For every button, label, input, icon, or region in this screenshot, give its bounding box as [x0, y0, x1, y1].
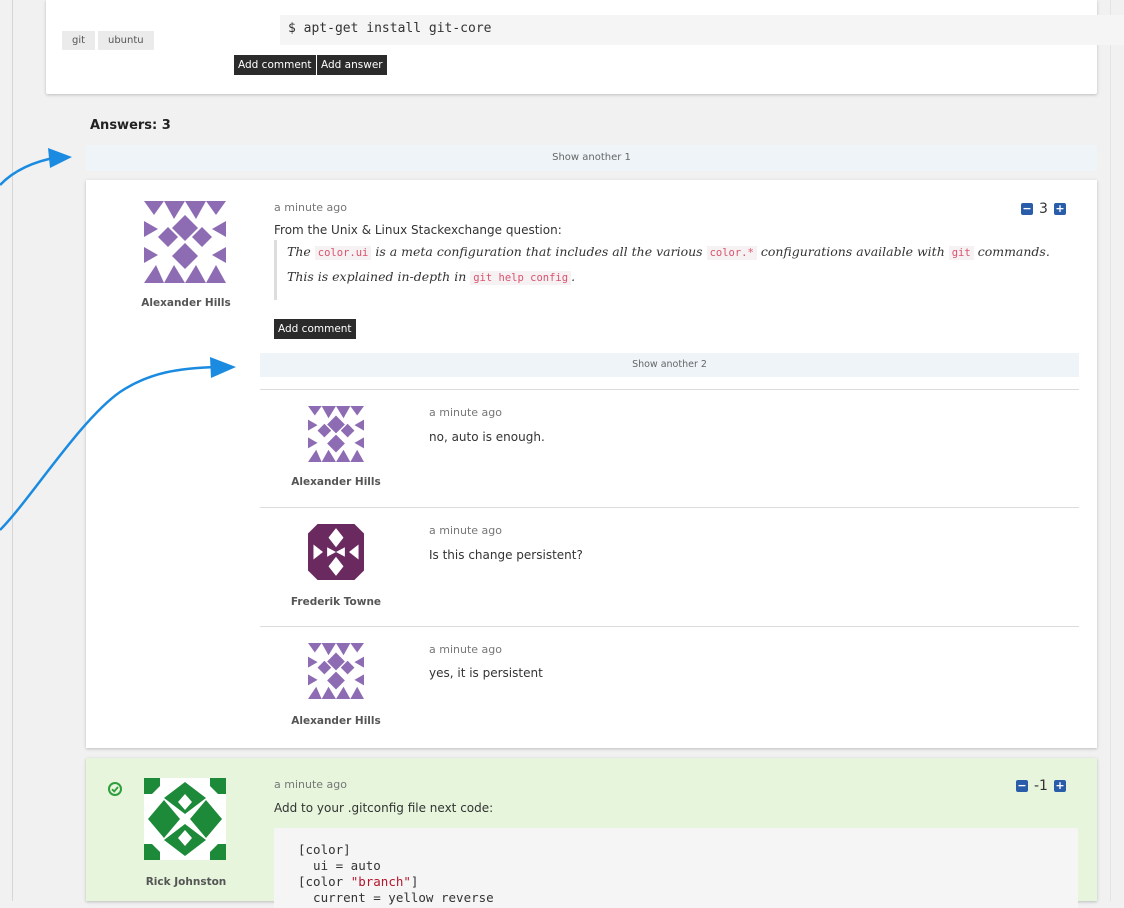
answer-card: Alexander Hills a minute ago From the Un…: [86, 180, 1097, 748]
avatar-alexander-hills[interactable]: [308, 406, 364, 462]
avatar-alexander-hills[interactable]: [144, 201, 226, 283]
blockquote-line-2: This is explained in-depth in git help c…: [287, 269, 576, 285]
arrow-to-show-another-answers: [0, 155, 59, 186]
plus-icon[interactable]: +: [1053, 203, 1066, 215]
comment-divider: [260, 626, 1079, 627]
add-comment-button[interactable]: Add comment: [234, 55, 316, 75]
comment-timestamp: a minute ago: [429, 524, 502, 537]
page-left-border: [12, 0, 13, 901]
minus-icon[interactable]: −: [1021, 203, 1033, 215]
tag-git[interactable]: git: [62, 31, 96, 50]
page-right-border: [1110, 0, 1111, 901]
comment-timestamp: a minute ago: [429, 406, 502, 419]
code-line: current = yellow reverse: [298, 890, 494, 905]
vote-controls: − 3 +: [1021, 201, 1066, 217]
comment-text: yes, it is persistent: [429, 666, 543, 680]
avatar-frederik-towne[interactable]: [308, 524, 364, 580]
show-another-answers-button[interactable]: Show another 1: [86, 145, 1097, 171]
vote-count: -1: [1034, 778, 1048, 794]
inline-code: color.*: [706, 246, 757, 260]
comment-timestamp: a minute ago: [429, 643, 502, 656]
show-another-comments-button[interactable]: Show another 2: [260, 353, 1079, 377]
avatar-rick-johnston[interactable]: [144, 778, 226, 860]
comment-author[interactable]: Alexander Hills: [276, 476, 396, 488]
question-card: git ubuntu $ apt-get install git-core Ad…: [46, 0, 1124, 94]
question-code: $ apt-get install git-core: [280, 15, 1124, 45]
answer-code-block: [color] ui = auto [color "branch"] curren…: [274, 828, 1078, 908]
comment-author[interactable]: Alexander Hills: [276, 715, 396, 727]
code-line: [color "branch"]: [298, 874, 419, 889]
comment-divider: [260, 389, 1079, 390]
vote-controls: − -1 +: [1016, 778, 1066, 794]
code-line: ui = auto: [298, 858, 381, 873]
answer-timestamp: a minute ago: [274, 778, 347, 791]
code-line: [color]: [298, 842, 351, 857]
answer-author[interactable]: Alexander Hills: [126, 297, 246, 309]
avatar-alexander-hills[interactable]: [308, 643, 364, 699]
add-comment-button[interactable]: Add comment: [274, 319, 356, 339]
vote-count: 3: [1039, 201, 1048, 217]
answers-count: Answers: 3: [90, 118, 171, 133]
answer-author[interactable]: Rick Johnston: [126, 876, 246, 888]
check-circle-icon: [108, 782, 122, 796]
plus-icon[interactable]: +: [1053, 780, 1066, 792]
inline-code: git help config: [470, 271, 572, 285]
arrow-head: [48, 148, 72, 168]
answer-intro: From the Unix & Linux Stackexchange ques…: [274, 223, 562, 237]
inline-code: git: [948, 246, 974, 260]
tag-ubuntu[interactable]: ubuntu: [98, 31, 154, 50]
blockquote-line-1: The color.ui is a meta configuration tha…: [287, 244, 1050, 260]
accepted-answer-card: Rick Johnston a minute ago Add to your .…: [86, 758, 1097, 908]
answer-timestamp: a minute ago: [274, 201, 347, 214]
comment-text: Is this change persistent?: [429, 548, 583, 562]
add-answer-button[interactable]: Add answer: [317, 55, 387, 75]
comment-divider: [260, 507, 1079, 508]
inline-code: color.ui: [314, 246, 372, 260]
minus-icon[interactable]: −: [1016, 780, 1028, 792]
answer-text: Add to your .gitconfig file next code:: [274, 801, 494, 815]
comment-text: no, auto is enough.: [429, 430, 545, 444]
comment-author[interactable]: Frederik Towne: [276, 596, 396, 608]
answer-blockquote: The color.ui is a meta configuration tha…: [274, 240, 1082, 300]
